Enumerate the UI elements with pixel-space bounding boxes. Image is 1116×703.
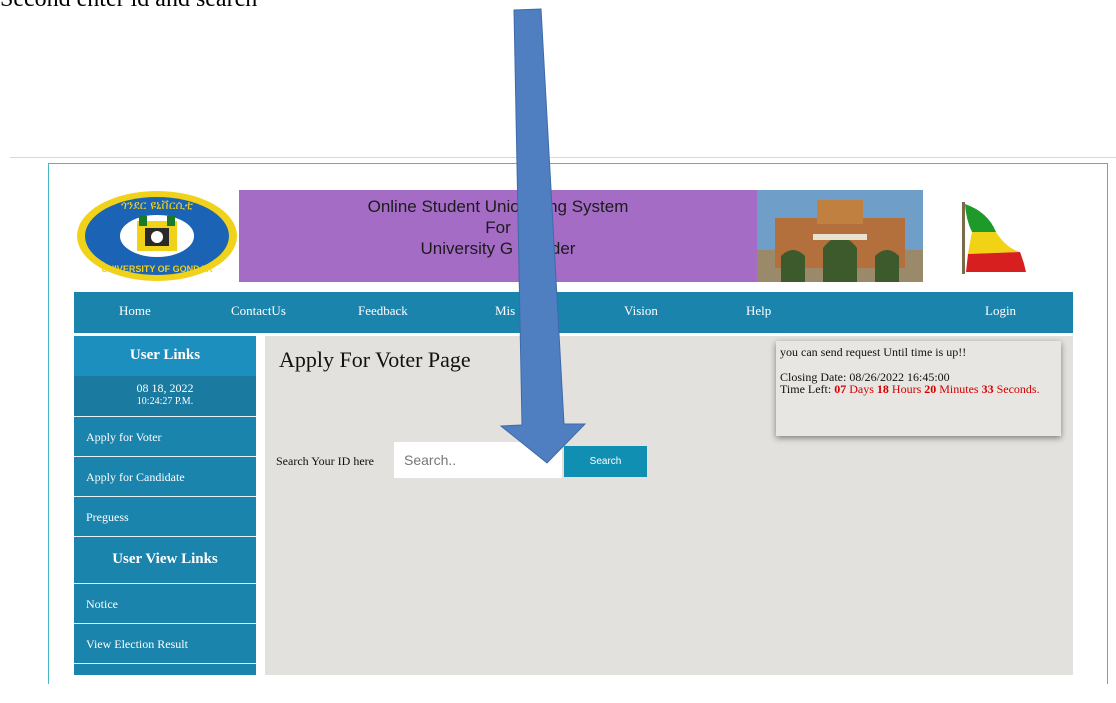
banner-line-1: Online Student Unior ing System (367, 197, 629, 216)
sidebar-time: 10:24:27 P.M. (136, 396, 194, 407)
sidebar-date: 08 18, 2022 (136, 381, 194, 395)
sidebar-item-apply-candidate[interactable]: Apply for Candidate (74, 456, 256, 496)
user-view-links-heading: User View Links (74, 536, 256, 583)
sidebar-item-notice[interactable]: Notice (74, 583, 256, 623)
logo-amharic-text: ጎንደር ዩኒቨርሲቲ (121, 198, 193, 212)
search-input[interactable] (394, 442, 562, 478)
banner-line-3: University G onder (420, 239, 576, 258)
time-left-label: Time Left: (780, 382, 832, 396)
user-links-heading: User Links (74, 336, 256, 376)
minutes-word: Minutes (939, 382, 979, 396)
nav-login[interactable]: Login (985, 292, 1016, 333)
sidebar-clock: 08 18, 2022 10:24:27 P.M. (74, 376, 256, 416)
university-logo: ጎንደር ዩኒቨርሲቲ UNIVERSITY OF GONDAR (77, 191, 237, 281)
page-title: Apply For Voter Page (279, 347, 471, 372)
sidebar: User Links 08 18, 2022 10:24:27 P.M. App… (74, 336, 256, 675)
logo-english-text: UNIVERSITY OF GONDAR (101, 264, 213, 274)
days-number: 07 (834, 382, 847, 396)
sidebar-item-more[interactable] (74, 663, 256, 703)
divider-line (10, 157, 1116, 158)
nav-vision[interactable]: Vision (624, 292, 658, 333)
deadline-notice: you can send request Until time is up!! … (776, 341, 1061, 436)
minutes-number: 20 (924, 382, 937, 396)
notice-message: you can send request Until time is up!! (780, 345, 967, 359)
seconds-number: 33 (981, 382, 994, 396)
days-word: Days (849, 382, 874, 396)
sidebar-item-preguess[interactable]: Preguess (74, 496, 256, 536)
sidebar-item-view-election-result[interactable]: View Election Result (74, 623, 256, 663)
main-navbar: Home ContactUs Feedback Mis Vision Help … (74, 292, 1073, 333)
nav-home[interactable]: Home (119, 292, 151, 333)
search-button[interactable]: Search (564, 446, 647, 477)
campus-gate-photo (757, 190, 923, 282)
nav-mission[interactable]: Mis (495, 292, 515, 333)
seconds-word: Seconds. (996, 382, 1040, 396)
nav-feedback[interactable]: Feedback (358, 292, 408, 333)
nav-contactus[interactable]: ContactUs (231, 292, 286, 333)
instruction-caption: Second enter id and search (0, 0, 257, 13)
hours-number: 18 (876, 382, 889, 396)
hours-word: Hours (891, 382, 922, 396)
sidebar-item-apply-voter[interactable]: Apply for Voter (74, 416, 256, 456)
search-label: Search Your ID here (276, 454, 374, 468)
nav-help[interactable]: Help (746, 292, 771, 333)
time-left: Time Left: 07 Days 18 Hours 20 Minutes 3… (780, 383, 1057, 395)
ethiopian-flag (962, 202, 1026, 274)
banner-line-2: For (485, 218, 511, 237)
banner-title: Online Student Unior ing System For Univ… (239, 190, 757, 282)
